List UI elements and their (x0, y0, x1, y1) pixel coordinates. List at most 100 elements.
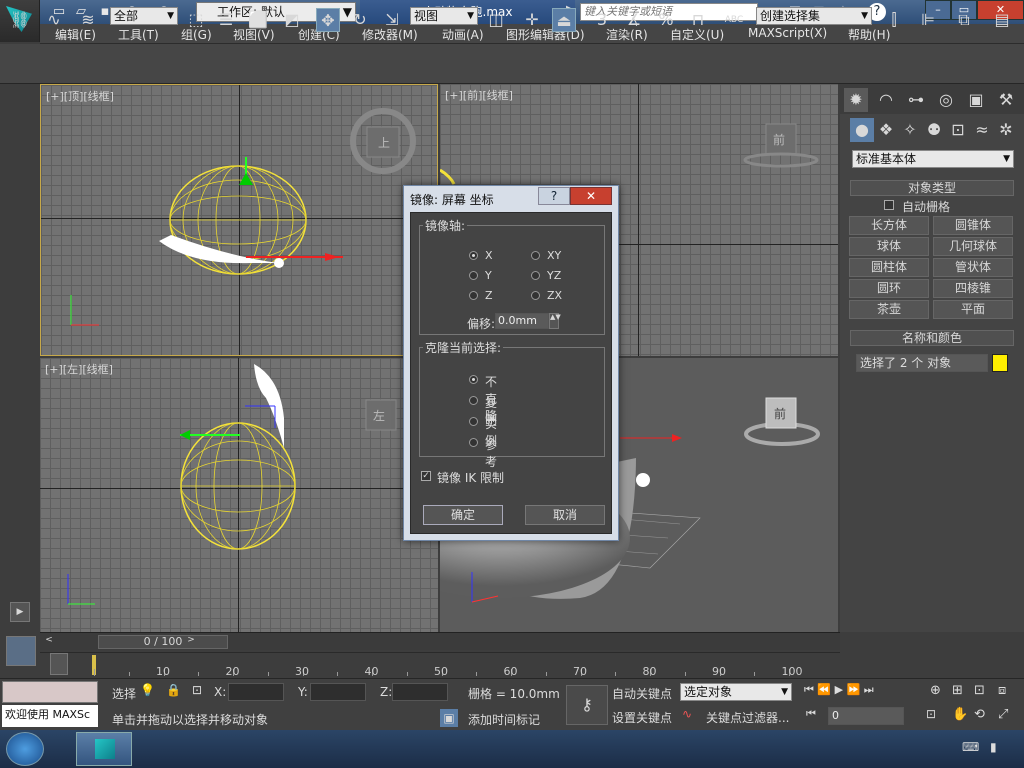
keyboard-icon[interactable]: ⌨ (962, 740, 979, 754)
object-name-input[interactable]: 选择了 2 个 对象 (856, 354, 988, 372)
object-type-header[interactable]: 对象类型 (850, 180, 1014, 196)
select-scale-icon[interactable]: ⇲ (380, 8, 404, 32)
orbit-icon[interactable]: ⟲ (974, 707, 985, 722)
manipulate-icon[interactable]: ✛ (520, 8, 544, 32)
spinner-snap-icon[interactable]: ⊓ (686, 8, 710, 32)
viewport-front-label[interactable]: [+][前][线框] (445, 87, 513, 103)
axis-radio[interactable] (531, 251, 540, 260)
keyboard-shortcut-override-icon[interactable]: ⏏ (552, 8, 576, 32)
object-type-button[interactable]: 四棱锥 (933, 279, 1013, 298)
network-icon[interactable]: ▮ (990, 740, 997, 754)
isolate-icon[interactable]: 💡 (140, 683, 155, 697)
pan-icon[interactable]: ✋ (952, 707, 968, 722)
edit-named-selection-icon[interactable]: ABC (722, 8, 746, 32)
set-key-icon[interactable]: ⚷ (566, 685, 608, 725)
utilities-tab-icon[interactable]: ⚒ (994, 88, 1018, 112)
clone-radio[interactable] (469, 417, 478, 426)
window-crossing-icon[interactable]: ◩ (280, 8, 304, 32)
link-icon[interactable]: ⛓ (8, 8, 32, 32)
axis-radio[interactable] (531, 271, 540, 280)
axis-radio[interactable] (469, 291, 478, 300)
select-rotate-icon[interactable]: ↻ (348, 8, 372, 32)
add-time-tag[interactable]: 添加时间标记 (468, 711, 540, 728)
y-coord-input[interactable] (310, 683, 366, 701)
prev-key-icon[interactable]: ⏪ (817, 683, 831, 696)
key-mode-dropdown[interactable]: 选定对象 ▼ (680, 683, 792, 701)
object-type-button[interactable]: 管状体 (933, 258, 1013, 277)
helpers-icon[interactable]: ⊡ (946, 118, 970, 142)
modify-tab-icon[interactable]: ◠ (874, 88, 898, 112)
absolute-mode-icon[interactable]: ⊡ (192, 683, 202, 697)
axis-radio[interactable] (469, 271, 478, 280)
viewcube-persp[interactable]: 前 (774, 405, 786, 422)
mirror-icon[interactable]: ⫿ (882, 8, 906, 32)
maxscript-listener-top[interactable] (2, 681, 98, 703)
motion-tab-icon[interactable]: ◎ (934, 88, 958, 112)
viewport-left[interactable]: 左 [+][左][线框] (40, 358, 438, 632)
current-frame-input[interactable]: 0 (828, 707, 904, 725)
shapes-icon[interactable]: ❖ (874, 118, 898, 142)
select-object-icon[interactable]: ⬚ (184, 8, 208, 32)
named-selection-dropdown[interactable]: 创建选择集 ▼ (756, 7, 872, 25)
name-color-header[interactable]: 名称和颜色 (850, 330, 1014, 346)
object-type-button[interactable]: 茶壶 (849, 300, 929, 319)
axis-radio[interactable] (469, 251, 478, 260)
object-type-button[interactable]: 圆柱体 (849, 258, 929, 277)
rect-selection-icon[interactable]: ⬜ (246, 8, 270, 32)
clone-radio[interactable] (469, 375, 478, 384)
cancel-button[interactable]: 取消 (525, 505, 605, 525)
select-by-name-icon[interactable]: ☰ (214, 8, 238, 32)
z-coord-input[interactable] (392, 683, 448, 701)
percent-snap-icon[interactable]: % (654, 8, 678, 32)
align-icon[interactable]: ⊫ (916, 8, 940, 32)
snap-toggle-icon[interactable]: 3 (590, 8, 614, 32)
menu-item-6[interactable]: 动画(A) (442, 26, 484, 43)
add-time-tag-icon[interactable]: ▣ (440, 709, 458, 727)
go-end-icon[interactable]: ⏭ (864, 683, 874, 696)
zoom-icon[interactable]: ⊕ (930, 683, 941, 698)
offset-input[interactable]: 0.0mm (495, 313, 549, 329)
object-type-button[interactable]: 长方体 (849, 216, 929, 235)
hierarchy-tab-icon[interactable]: ⊶ (904, 88, 928, 112)
viewport-top[interactable]: 上 [+][顶][线框] (40, 84, 438, 356)
help-button[interactable]: ? (538, 187, 570, 205)
offset-spinner[interactable]: ▲▼ (549, 313, 561, 329)
unlink-icon[interactable]: ∿ (42, 8, 66, 32)
taskbar-max-app[interactable] (76, 732, 132, 766)
lights-icon[interactable]: ✧ (898, 118, 922, 142)
expand-track-icon[interactable]: ▶ (10, 602, 30, 622)
auto-key-button[interactable]: 自动关键点 (612, 685, 672, 702)
maxscript-listener[interactable]: 欢迎使用 MAXSc (2, 705, 98, 727)
graphite-modeling-icon[interactable]: ▤ (990, 8, 1014, 32)
select-move-icon[interactable]: ✥ (316, 8, 340, 32)
geometry-icon[interactable]: ● (850, 118, 874, 142)
play-icon[interactable]: ▶ (835, 683, 843, 696)
object-type-button[interactable]: 圆锥体 (933, 216, 1013, 235)
angle-snap-icon[interactable]: ∡ (622, 8, 646, 32)
prev-frame-icon[interactable]: < (42, 635, 56, 649)
zoom-extents-all-icon[interactable]: ⧈ (998, 683, 1006, 698)
ok-button[interactable]: 确定 (423, 505, 503, 525)
key-mode-toggle-icon[interactable]: ⏮ (806, 707, 816, 721)
axis-radio[interactable] (531, 291, 540, 300)
x-coord-input[interactable] (228, 683, 284, 701)
time-slider[interactable]: 0 / 100 (98, 635, 228, 649)
create-tab-icon[interactable]: ✹ (844, 88, 868, 112)
menu-item-1[interactable]: 工具(T) (118, 26, 159, 43)
mirror-ik-checkbox[interactable]: ✓ (421, 471, 431, 481)
track-bar[interactable]: 10 20 30 40 50 60 70 80 90 100 (40, 652, 840, 678)
go-start-icon[interactable]: ⏮ (804, 683, 814, 696)
object-type-button[interactable]: 几何球体 (933, 237, 1013, 256)
lock-selection-icon[interactable]: 🔒 (166, 683, 181, 697)
selection-filter-dropdown[interactable]: 全部 ▼ (110, 7, 178, 25)
reference-coord-dropdown[interactable]: 视图 ▼ (410, 7, 478, 25)
space-warps-icon[interactable]: ≈ (970, 118, 994, 142)
bind-space-warp-icon[interactable]: ≋ (76, 8, 100, 32)
object-type-button[interactable]: 球体 (849, 237, 929, 256)
pivot-center-icon[interactable]: ◫ (484, 8, 508, 32)
object-type-button[interactable]: 平面 (933, 300, 1013, 319)
object-type-button[interactable]: 圆环 (849, 279, 929, 298)
layer-manager-icon[interactable]: ⧉ (952, 8, 976, 32)
zoom-all-icon[interactable]: ⊞ (952, 683, 963, 698)
viewcube-left[interactable]: 左 (373, 407, 385, 424)
